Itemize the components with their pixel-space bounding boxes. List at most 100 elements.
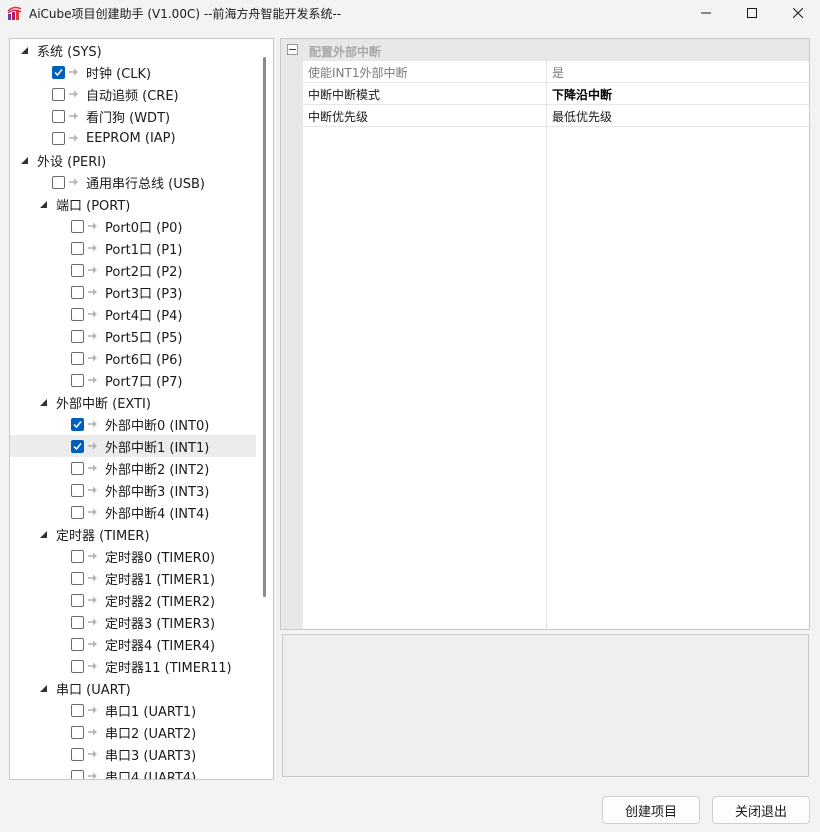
checkbox[interactable] xyxy=(71,571,84,585)
close-exit-button[interactable]: 关闭退出 xyxy=(712,796,810,824)
property-value[interactable]: 下降沿中断 xyxy=(552,86,612,103)
column-divider[interactable] xyxy=(546,39,547,629)
checkbox[interactable] xyxy=(71,263,84,277)
tree-item[interactable]: 端口 (PORT) xyxy=(10,193,256,215)
expand-triangle-icon[interactable] xyxy=(38,193,48,215)
tree-item-label: Port1口 (P1) xyxy=(105,242,183,258)
tree-item[interactable]: 串口1 (UART1) xyxy=(10,699,256,721)
tree-item-label: 外部中断 (EXTI) xyxy=(56,396,151,412)
tree-item[interactable]: Port0口 (P0) xyxy=(10,215,256,237)
tree-item[interactable]: 通用串行总线 (USB) xyxy=(10,171,256,193)
checkbox-checked[interactable] xyxy=(71,439,84,453)
tree-item[interactable]: Port2口 (P2) xyxy=(10,259,256,281)
checkbox[interactable] xyxy=(71,307,84,321)
arrow-right-icon xyxy=(87,728,99,736)
category-header[interactable]: 配置外部中断 xyxy=(281,39,809,61)
arrow-right-icon xyxy=(87,244,99,252)
checkbox[interactable] xyxy=(71,351,84,365)
tree-item[interactable]: 外部中断0 (INT0) xyxy=(10,413,256,435)
tree-item[interactable]: 定时器2 (TIMER2) xyxy=(10,589,256,611)
tree-item[interactable]: Port4口 (P4) xyxy=(10,303,256,325)
tree-scrollbar[interactable] xyxy=(263,57,266,597)
checkbox[interactable] xyxy=(71,329,84,343)
checkbox[interactable] xyxy=(52,131,65,145)
checkbox[interactable] xyxy=(71,703,84,717)
tree-item[interactable]: Port6口 (P6) xyxy=(10,347,256,369)
checkbox[interactable] xyxy=(71,637,84,651)
checkbox[interactable] xyxy=(71,769,84,779)
property-grid[interactable]: 配置外部中断 使能INT1外部中断 是中断中断模式 下降沿中断中断优先级 最低优先级 xyxy=(280,38,810,630)
tree-item[interactable]: 定时器 (TIMER) xyxy=(10,523,256,545)
property-name: 中断优先级 xyxy=(308,110,369,124)
checkbox[interactable] xyxy=(71,615,84,629)
checkbox-checked[interactable] xyxy=(71,417,84,431)
expand-triangle-icon[interactable] xyxy=(38,523,48,545)
tree-item[interactable]: 定时器4 (TIMER4) xyxy=(10,633,256,655)
close-button[interactable] xyxy=(775,0,820,26)
tree-item[interactable]: Port1口 (P1) xyxy=(10,237,256,259)
checkbox[interactable] xyxy=(71,461,84,475)
tree-item[interactable]: 外部中断4 (INT4) xyxy=(10,501,256,523)
tree-item[interactable]: 定时器11 (TIMER11) xyxy=(10,655,256,677)
tree-item[interactable]: 定时器0 (TIMER0) xyxy=(10,545,256,567)
checkbox[interactable] xyxy=(71,483,84,497)
arrow-right-icon xyxy=(68,90,80,98)
tree-item[interactable]: 定时器3 (TIMER3) xyxy=(10,611,256,633)
arrow-right-icon xyxy=(87,508,99,516)
tree-item-label: 外部中断0 (INT0) xyxy=(105,418,210,434)
tree-item[interactable]: 自动追频 (CRE) xyxy=(10,83,256,105)
tree-item[interactable]: 系统 (SYS) xyxy=(10,39,256,61)
arrow-right-icon xyxy=(68,178,80,186)
maximize-button[interactable] xyxy=(729,0,775,26)
checkbox[interactable] xyxy=(71,725,84,739)
tree-item-label: 外部中断2 (INT2) xyxy=(105,462,210,478)
checkbox[interactable] xyxy=(71,241,84,255)
property-row[interactable]: 使能INT1外部中断 是 xyxy=(303,61,809,83)
expand-triangle-icon[interactable] xyxy=(38,391,48,413)
tree-item[interactable]: EEPROM (IAP) xyxy=(10,127,256,149)
property-row[interactable]: 中断优先级 最低优先级 xyxy=(303,105,809,127)
tree-item[interactable]: Port7口 (P7) xyxy=(10,369,256,391)
checkbox[interactable] xyxy=(71,747,84,761)
tree-item[interactable]: 串口3 (UART3) xyxy=(10,743,256,765)
checkbox[interactable] xyxy=(52,175,65,189)
tree-item[interactable]: 串口4 (UART4) xyxy=(10,765,256,780)
tree-item[interactable]: 外部中断2 (INT2) xyxy=(10,457,256,479)
property-value[interactable]: 最低优先级 xyxy=(552,108,612,125)
tree-item-label: 串口4 (UART4) xyxy=(105,770,197,780)
checkbox[interactable] xyxy=(71,373,84,387)
tree-item[interactable]: 串口2 (UART2) xyxy=(10,721,256,743)
tree-item[interactable]: 时钟 (CLK) xyxy=(10,61,256,83)
tree-item-label: 定时器1 (TIMER1) xyxy=(105,572,216,588)
checkbox[interactable] xyxy=(71,285,84,299)
expand-triangle-icon[interactable] xyxy=(38,677,48,699)
tree-item-label: 定时器4 (TIMER4) xyxy=(105,638,216,654)
tree-item[interactable]: 串口 (UART) xyxy=(10,677,256,699)
arrow-right-icon xyxy=(87,552,99,560)
tree-item[interactable]: 定时器1 (TIMER1) xyxy=(10,567,256,589)
peripheral-tree[interactable]: 系统 (SYS) 时钟 (CLK) 自动追频 (CRE) 看门狗 (WDT) EEPRO… xyxy=(9,38,274,780)
checkbox-checked[interactable] xyxy=(52,65,65,79)
property-value[interactable]: 是 xyxy=(552,64,564,81)
arrow-right-icon xyxy=(87,772,99,779)
expand-triangle-icon[interactable] xyxy=(19,39,29,61)
checkbox[interactable] xyxy=(71,593,84,607)
tree-item[interactable]: Port3口 (P3) xyxy=(10,281,256,303)
minimize-button[interactable] xyxy=(683,0,729,26)
tree-item[interactable]: 外部中断 (EXTI) xyxy=(10,391,256,413)
collapse-icon[interactable] xyxy=(287,44,298,55)
tree-item[interactable]: 外设 (PERI) xyxy=(10,149,256,171)
tree-item[interactable]: 外部中断1 (INT1) xyxy=(10,435,256,457)
checkbox[interactable] xyxy=(71,505,84,519)
checkbox[interactable] xyxy=(71,219,84,233)
tree-item[interactable]: 外部中断3 (INT3) xyxy=(10,479,256,501)
checkbox[interactable] xyxy=(52,109,65,123)
expand-triangle-icon[interactable] xyxy=(19,149,29,171)
checkbox[interactable] xyxy=(71,549,84,563)
checkbox[interactable] xyxy=(71,659,84,673)
property-row[interactable]: 中断中断模式 下降沿中断 xyxy=(303,83,809,105)
create-project-button[interactable]: 创建项目 xyxy=(602,796,700,824)
tree-item[interactable]: Port5口 (P5) xyxy=(10,325,256,347)
checkbox[interactable] xyxy=(52,87,65,101)
tree-item[interactable]: 看门狗 (WDT) xyxy=(10,105,256,127)
